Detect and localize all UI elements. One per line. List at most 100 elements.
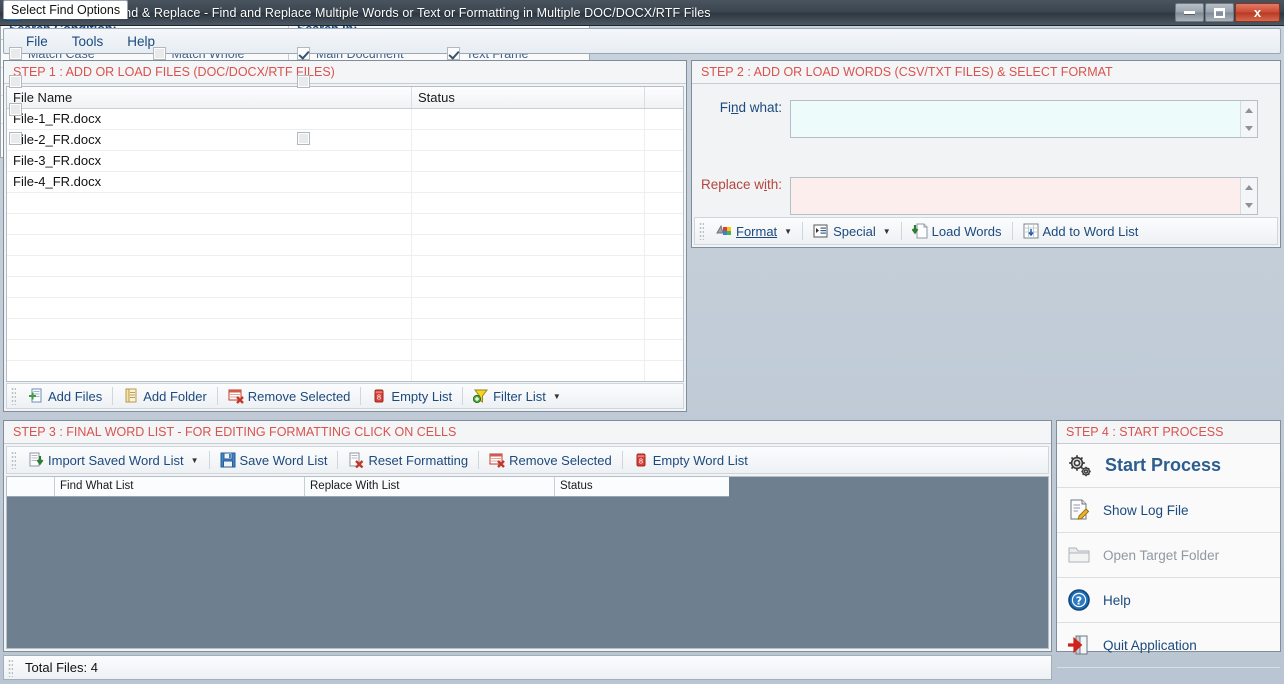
chevron-down-icon[interactable] <box>1245 202 1253 208</box>
add-folder-button[interactable]: Add Folder <box>115 385 215 407</box>
checkbox-icon[interactable] <box>152 47 166 60</box>
toolbar-grip[interactable] <box>11 451 16 469</box>
checkbox-icon[interactable] <box>9 103 22 116</box>
find-what-textarea[interactable] <box>791 101 1240 137</box>
import-saved-word-list-button[interactable]: Import Saved Word List ▼ <box>20 449 207 471</box>
remove-selected-label: Remove Selected <box>509 452 612 468</box>
column-header-status[interactable]: Status <box>412 87 645 108</box>
step4-panel: STEP 4 : START PROCESS Start Process Sho… <box>1056 420 1281 668</box>
word-list-header: Find What List Replace With List Status <box>7 477 729 497</box>
format-button[interactable]: Format ▼ <box>708 220 800 242</box>
checkbox-icon[interactable] <box>297 131 310 145</box>
add-files-icon <box>29 388 42 403</box>
table-row-empty[interactable] <box>7 193 683 214</box>
chevron-up-icon[interactable] <box>1245 107 1253 113</box>
empty-word-list-button[interactable]: 8 Empty Word List <box>625 449 756 471</box>
step3-title: STEP 3 : FINAL WORD LIST - FOR EDITING F… <box>4 421 1051 444</box>
remove-selected-label: Remove Selected <box>247 388 351 404</box>
application-window: Advance Word Find & Replace - Find and R… <box>0 0 1284 684</box>
cell-status <box>412 109 645 129</box>
remove-selected-icon <box>489 453 505 468</box>
toolbar-separator <box>216 387 218 405</box>
filter-list-button[interactable]: Filter List ▼ <box>465 385 569 407</box>
add-folder-label: Add Folder <box>143 388 207 404</box>
help-icon: ? <box>1068 589 1090 611</box>
save-word-list-button[interactable]: Save Word List <box>212 449 336 471</box>
checkbox-icon[interactable] <box>447 47 460 60</box>
remove-selected-button[interactable]: Remove Selected <box>220 385 359 407</box>
cell-file-name: File-2_FR.docx <box>7 130 412 150</box>
start-process-button[interactable]: Start Process <box>1057 444 1280 488</box>
step4-title: STEP 4 : START PROCESS <box>1057 421 1280 444</box>
column-header-select[interactable] <box>7 477 55 496</box>
minimize-icon <box>1184 11 1195 14</box>
table-row-empty[interactable] <box>7 340 683 361</box>
checkbox-icon[interactable] <box>9 47 22 60</box>
checkbox-icon[interactable] <box>297 75 310 88</box>
empty-list-button[interactable]: 8 Empty List <box>363 385 460 407</box>
cell-file-name: File-3_FR.docx <box>7 151 412 171</box>
table-row[interactable]: File-3_FR.docx <box>7 151 683 172</box>
show-log-file-button[interactable]: Show Log File <box>1057 488 1280 533</box>
save-word-list-label: Save Word List <box>239 452 328 468</box>
add-to-word-list-button[interactable]: Add to Word List <box>1015 220 1147 242</box>
table-row-empty[interactable] <box>7 319 683 340</box>
add-folder-icon <box>125 388 137 403</box>
column-header-extra[interactable] <box>645 87 683 108</box>
filter-list-label: Filter List <box>493 388 546 404</box>
replace-with-row: Replace with: <box>692 177 1258 215</box>
table-row[interactable]: File-1_FR.docx <box>7 109 683 130</box>
chevron-up-icon[interactable] <box>1245 184 1253 190</box>
quit-application-button[interactable]: Quit Application <box>1057 623 1280 668</box>
checkbox-icon[interactable] <box>9 131 22 145</box>
replace-with-input[interactable] <box>790 177 1258 215</box>
empty-word-list-label: Empty Word List <box>652 452 748 468</box>
close-button[interactable]: x <box>1235 3 1280 22</box>
reset-formatting-button[interactable]: Reset Formatting <box>340 449 476 471</box>
table-row[interactable]: File-4_FR.docx <box>7 172 683 193</box>
table-row-empty[interactable] <box>7 361 683 381</box>
replace-with-spinner[interactable] <box>1240 178 1257 214</box>
word-list-grid[interactable]: Find What List Replace With List Status <box>6 476 1049 649</box>
table-row-empty[interactable] <box>7 298 683 319</box>
checkbox-icon[interactable] <box>9 75 22 88</box>
file-list-grid[interactable]: File Name Status File-1_FR.docx File-2_F… <box>6 86 684 382</box>
maximize-button[interactable] <box>1205 3 1234 22</box>
find-what-input[interactable] <box>790 100 1258 138</box>
step3-toolbar: Import Saved Word List ▼ Save Word List <box>6 446 1049 474</box>
toolbar-separator <box>478 451 480 469</box>
column-header-find-what-list[interactable]: Find What List <box>55 477 305 496</box>
toolbar-grip[interactable] <box>699 222 704 240</box>
column-header-replace-with-list[interactable]: Replace With List <box>305 477 555 496</box>
special-button[interactable]: Special ▼ <box>805 220 899 242</box>
empty-list-label: Empty List <box>391 388 453 404</box>
toolbar-separator <box>337 451 339 469</box>
minimize-button[interactable] <box>1175 3 1204 22</box>
column-header-file-name[interactable]: File Name <box>7 87 412 108</box>
remove-selected-button[interactable]: Remove Selected <box>481 449 620 471</box>
find-what-spinner[interactable] <box>1240 101 1257 137</box>
tab-select-find-options[interactable]: Select Find Options <box>3 0 129 19</box>
cell-extra <box>645 130 683 150</box>
table-row[interactable]: File-2_FR.docx <box>7 130 683 151</box>
title-bar: Advance Word Find & Replace - Find and R… <box>0 0 1284 26</box>
save-word-list-icon <box>220 452 236 468</box>
table-row-empty[interactable] <box>7 277 683 298</box>
add-files-button[interactable]: Add Files <box>20 385 110 407</box>
chevron-down-icon: ▼ <box>882 226 891 236</box>
help-button[interactable]: ? Help <box>1057 578 1280 623</box>
toolbar-separator <box>112 387 114 405</box>
load-words-button[interactable]: Load Words <box>904 220 1010 242</box>
toolbar-separator <box>1011 222 1013 240</box>
find-what-row: Find what: <box>692 100 1258 138</box>
toolbar-grip[interactable] <box>11 387 16 405</box>
checkbox-icon[interactable] <box>297 47 310 60</box>
chevron-down-icon[interactable] <box>1245 125 1253 131</box>
replace-with-textarea[interactable] <box>791 178 1240 214</box>
open-target-folder-button[interactable]: Open Target Folder <box>1057 533 1280 578</box>
column-header-status[interactable]: Status <box>555 477 729 496</box>
table-row-empty[interactable] <box>7 235 683 256</box>
table-row-empty[interactable] <box>7 256 683 277</box>
table-row-empty[interactable] <box>7 214 683 235</box>
menu-item-tools[interactable]: Tools <box>60 31 116 52</box>
